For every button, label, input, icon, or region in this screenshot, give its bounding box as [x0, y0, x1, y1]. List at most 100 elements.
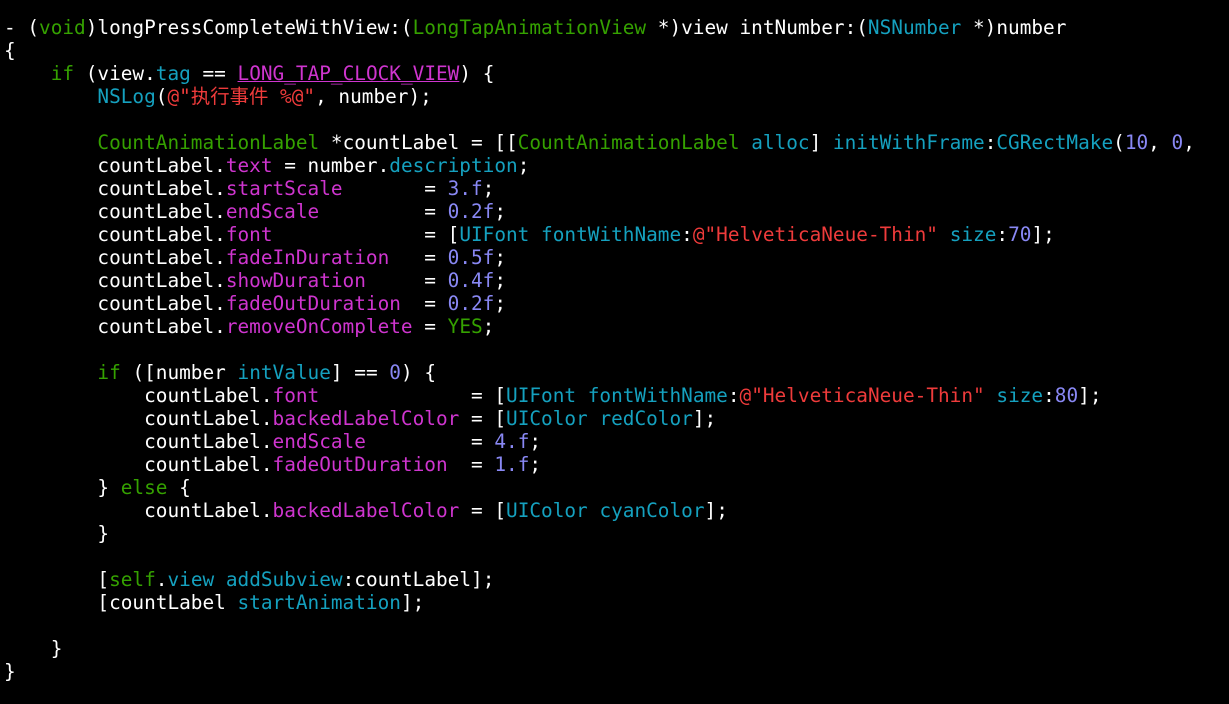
- code-token-plain: ([number: [120, 361, 238, 384]
- code-token-prop: fadeOutDuration: [272, 453, 448, 476]
- code-line: CountAnimationLabel *countLabel = [[Coun…: [4, 131, 1195, 154]
- code-token-plain: =: [447, 453, 495, 476]
- code-token-prop: font: [225, 223, 273, 246]
- code-token-plain: ;: [494, 292, 507, 315]
- code-token-plain: countLabel.: [4, 269, 226, 292]
- code-token-plain: , number);: [315, 85, 432, 108]
- code-line: countLabel.backedLabelColor = [UIColor r…: [4, 407, 1195, 430]
- code-token-plain: countLabel.: [4, 384, 273, 407]
- code-line: [countLabel startAnimation];: [4, 591, 1195, 614]
- code-token-keyword: if: [50, 62, 75, 85]
- code-token-number: 0: [389, 361, 401, 384]
- code-token-prop: endScale: [272, 430, 366, 453]
- code-token-type: addSubview: [225, 568, 343, 591]
- code-token-macro: LONG_TAP_CLOCK_VIEW: [237, 62, 460, 85]
- code-token-plain: [: [4, 568, 110, 591]
- code-token-plain: *)view intNumber:(: [646, 16, 868, 39]
- code-token-type: startAnimation: [237, 591, 401, 614]
- code-token-type: cyanColor: [599, 499, 705, 522]
- code-token-plain: ;: [482, 315, 495, 338]
- code-token-method: size: [996, 384, 1044, 407]
- code-token-prop: text: [225, 154, 273, 177]
- code-token-type: alloc: [751, 131, 810, 154]
- code-editor[interactable]: - (void)longPressCompleteWithView:(LongT…: [0, 0, 1229, 704]
- code-token-plain: countLabel.: [4, 200, 226, 223]
- code-token-type: UIFont: [459, 223, 530, 246]
- code-line: countLabel.backedLabelColor = [UIColor c…: [4, 499, 1195, 522]
- code-token-type: intValue: [237, 361, 331, 384]
- code-token-classname: CountAnimationLabel: [517, 131, 740, 154]
- code-token-plain: (view.: [74, 62, 156, 85]
- code-line: NSLog(@"执行事件 %@", number);: [4, 85, 1195, 108]
- code-token-plain: }: [4, 476, 121, 499]
- code-token-plain: }: [4, 660, 16, 683]
- code-token-plain: = [: [319, 384, 507, 407]
- code-token-number: 0: [1171, 131, 1184, 154]
- code-token-plain: countLabel.: [4, 246, 226, 269]
- code-token-plain: ;: [529, 453, 542, 476]
- code-token-number: 1.f: [494, 453, 530, 476]
- code-token-plain: countLabel.: [4, 453, 273, 476]
- code-token-plain: countLabel.: [4, 177, 226, 200]
- code-line: }: [4, 660, 1195, 683]
- code-token-plain: =: [319, 200, 448, 223]
- code-token-plain: = [: [272, 223, 460, 246]
- code-line: {: [4, 39, 1195, 62]
- code-token-string: @"HelveticaNeue-Thin": [692, 223, 938, 246]
- code-token-plain: = [: [459, 499, 507, 522]
- code-token-plain: =: [365, 269, 448, 292]
- code-line: countLabel.font = [UIFont fontWithName:@…: [4, 384, 1195, 407]
- code-block[interactable]: - (void)longPressCompleteWithView:(LongT…: [4, 16, 1195, 683]
- code-line: countLabel.showDuration = 0.4f;: [4, 269, 1195, 292]
- code-token-plain: ) {: [400, 361, 437, 384]
- code-token-plain: ];: [692, 407, 717, 430]
- code-token-plain: countLabel.: [4, 223, 226, 246]
- code-token-plain: countLabel.: [4, 315, 226, 338]
- code-token-number: 70: [1008, 223, 1032, 246]
- code-token-plain: }: [4, 522, 110, 545]
- code-line: countLabel.font = [UIFont fontWithName:@…: [4, 223, 1195, 246]
- code-token-plain: =: [389, 246, 448, 269]
- code-token-number: 10: [1124, 131, 1149, 154]
- code-token-plain: = [: [459, 407, 507, 430]
- code-line: countLabel.removeOnComplete = YES;: [4, 315, 1195, 338]
- code-line: countLabel.endScale = 4.f;: [4, 430, 1195, 453]
- code-token-keyword: else: [120, 476, 168, 499]
- code-token-plain: ;: [494, 200, 507, 223]
- code-token-prop: fadeInDuration: [225, 246, 390, 269]
- code-token-type: CGRectMake: [996, 131, 1114, 154]
- code-token-plain: ;: [482, 177, 495, 200]
- code-token-method: fontWithName: [587, 384, 728, 407]
- code-token-string: @"执行事件 %@": [167, 85, 316, 108]
- code-token-plain: :: [984, 131, 997, 154]
- code-line: countLabel.text = number.description;: [4, 154, 1195, 177]
- code-line: }: [4, 637, 1195, 660]
- code-token-plain: (: [1113, 131, 1125, 154]
- code-line: countLabel.fadeOutDuration = 1.f;: [4, 453, 1195, 476]
- code-token-plain: *countLabel = [[: [319, 131, 518, 154]
- code-token-plain: *)number: [961, 16, 1067, 39]
- code-token-plain: ];: [1078, 384, 1102, 407]
- code-token-prop: fadeOutDuration: [225, 292, 401, 315]
- code-token-keyword: YES: [447, 315, 483, 338]
- code-token-plain: ,: [1183, 131, 1195, 154]
- code-token-number: 80: [1054, 384, 1079, 407]
- code-token-plain: :: [681, 223, 693, 246]
- code-token-plain: - (: [4, 16, 40, 39]
- code-line: }: [4, 522, 1195, 545]
- code-token-number: 0.2f: [447, 292, 495, 315]
- code-token-number: 0.2f: [447, 200, 495, 223]
- code-token-plain: :: [1043, 384, 1055, 407]
- code-token-method: initWithFrame: [832, 131, 985, 154]
- code-token-type: UIFont: [506, 384, 577, 407]
